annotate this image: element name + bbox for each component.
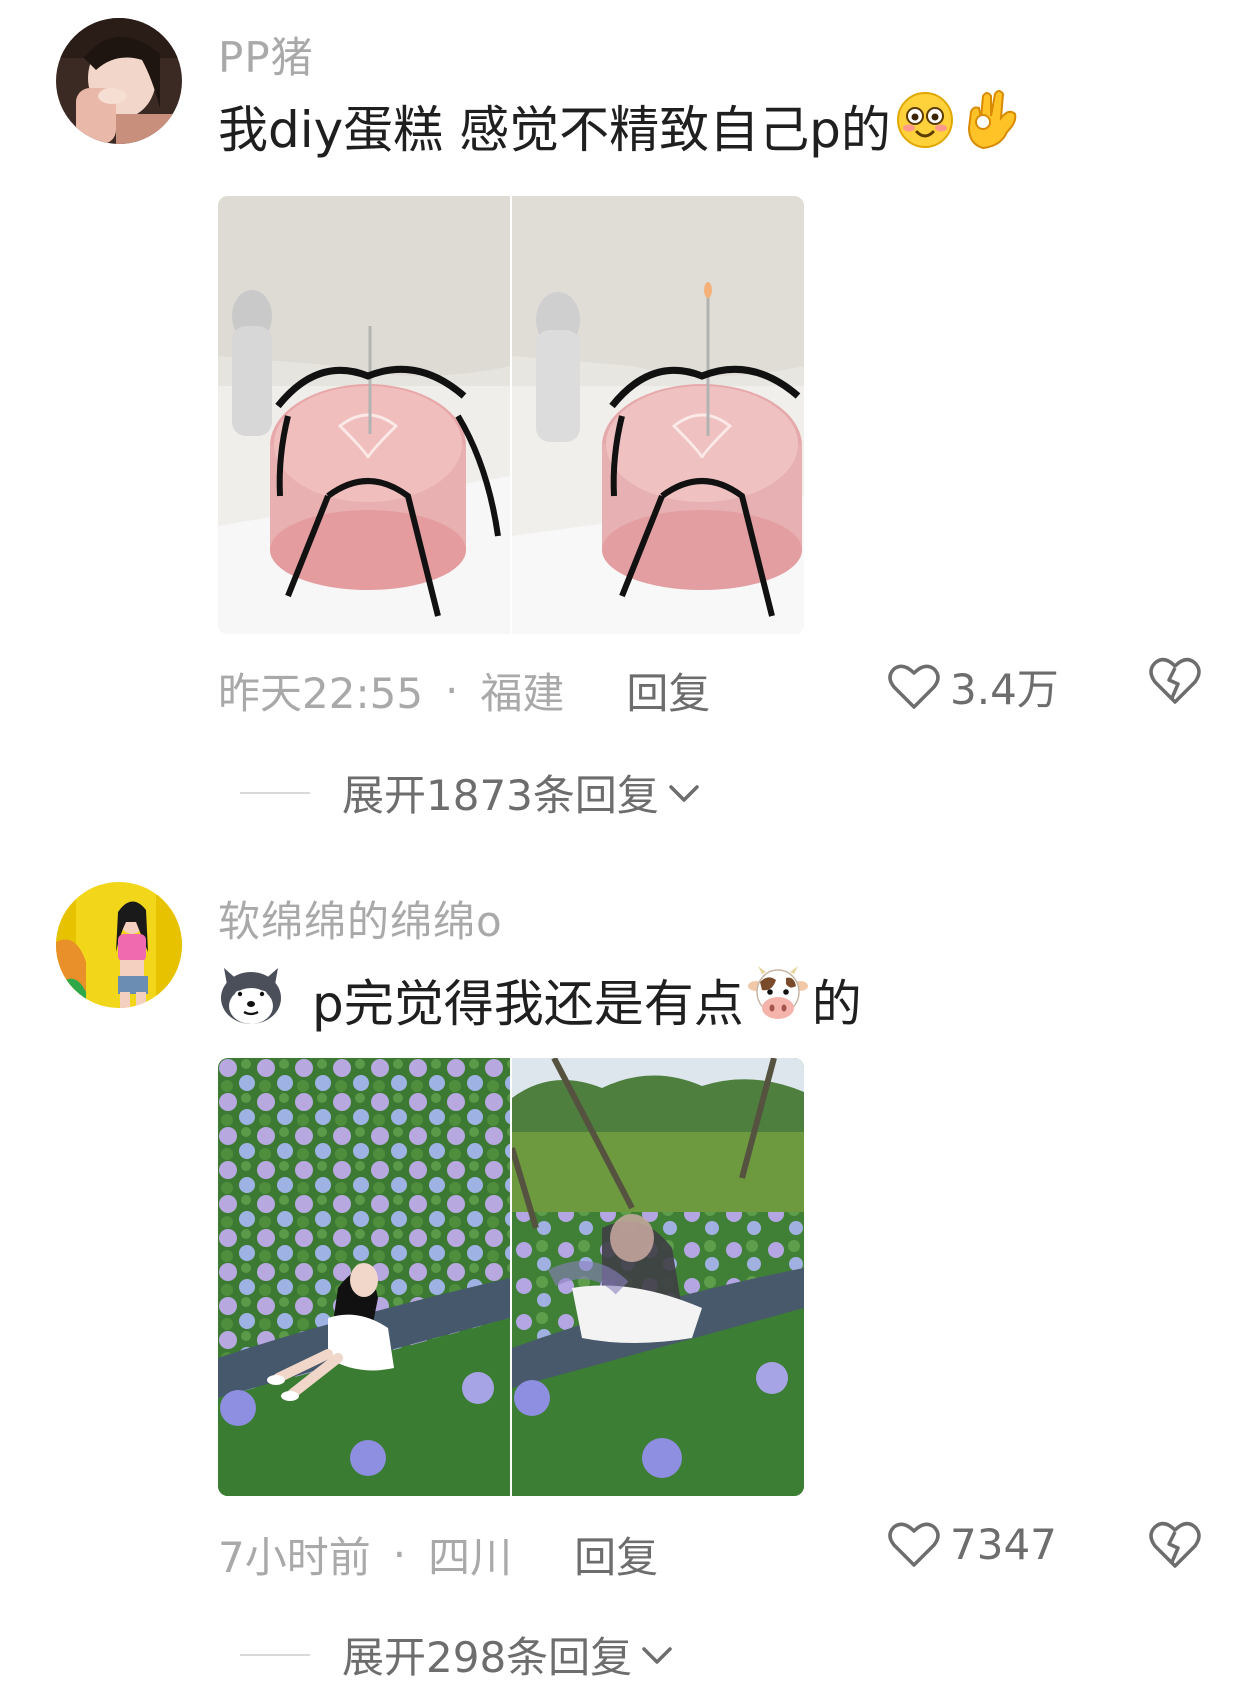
expand-label: 展开1873条回复 bbox=[342, 771, 659, 820]
chevron-down-icon bbox=[669, 784, 699, 802]
cake-original-photo[interactable] bbox=[218, 196, 510, 634]
divider bbox=[240, 1653, 310, 1656]
comment-images bbox=[218, 1058, 804, 1496]
comment-body-suffix: 的 bbox=[811, 975, 862, 1033]
avatar[interactable] bbox=[56, 18, 182, 144]
comment-time: 7小时前 bbox=[218, 1533, 371, 1582]
comment-meta: 7小时前 · 四川 回复 bbox=[218, 1524, 658, 1585]
reply-button[interactable]: 回复 bbox=[574, 1524, 658, 1585]
avatar[interactable] bbox=[56, 882, 182, 1008]
hydrangea-edited-photo[interactable] bbox=[218, 1058, 510, 1496]
hydrangea-original-photo[interactable] bbox=[512, 1058, 804, 1496]
divider bbox=[240, 791, 310, 794]
chevron-down-icon bbox=[642, 1646, 672, 1664]
username[interactable]: 软绵绵的绵绵o bbox=[218, 888, 503, 949]
blush-smile-emoji bbox=[895, 90, 955, 162]
heart-icon bbox=[888, 664, 940, 709]
dislike-button[interactable] bbox=[1148, 656, 1202, 710]
comment-images bbox=[218, 196, 804, 634]
like-button[interactable]: 3.4万 bbox=[888, 656, 1059, 717]
comment-text: p完觉得我还是有点 的 bbox=[218, 966, 862, 1034]
comment-location: 福建 bbox=[480, 669, 565, 718]
comment-body: p完觉得我还是有点 bbox=[312, 975, 744, 1033]
username[interactable]: PP猪 bbox=[218, 24, 314, 85]
expand-replies-button[interactable]: 展开298条回复 bbox=[240, 1624, 674, 1685]
separator-dot: · bbox=[445, 666, 459, 715]
like-count: 3.4万 bbox=[950, 665, 1059, 714]
like-button[interactable]: 7347 bbox=[888, 1520, 1057, 1569]
comment-body: 我diy蛋糕 感觉不精致自己p的 bbox=[218, 101, 891, 159]
comment-time: 昨天22:55 bbox=[218, 669, 424, 718]
comment-location: 四川 bbox=[428, 1533, 513, 1582]
expand-label: 展开298条回复 bbox=[342, 1633, 633, 1682]
expand-replies-button[interactable]: 展开1873条回复 bbox=[240, 762, 701, 823]
heart-icon bbox=[888, 1522, 940, 1567]
separator-dot: · bbox=[392, 1530, 407, 1579]
cake-edited-photo[interactable] bbox=[512, 196, 804, 634]
comment-text: 我diy蛋糕 感觉不精致自己p的 bbox=[218, 90, 1021, 159]
broken-heart-icon bbox=[1149, 1521, 1201, 1568]
ok-hand-emoji bbox=[961, 88, 1021, 164]
broken-heart-icon bbox=[1149, 657, 1201, 704]
dislike-button[interactable] bbox=[1148, 1520, 1202, 1574]
reply-button[interactable]: 回复 bbox=[626, 660, 710, 721]
cow-emoji bbox=[747, 964, 808, 1036]
comment-meta: 昨天22:55 · 福建 回复 bbox=[218, 660, 710, 721]
like-count: 7347 bbox=[950, 1520, 1057, 1569]
dog-emoji bbox=[218, 962, 284, 1038]
